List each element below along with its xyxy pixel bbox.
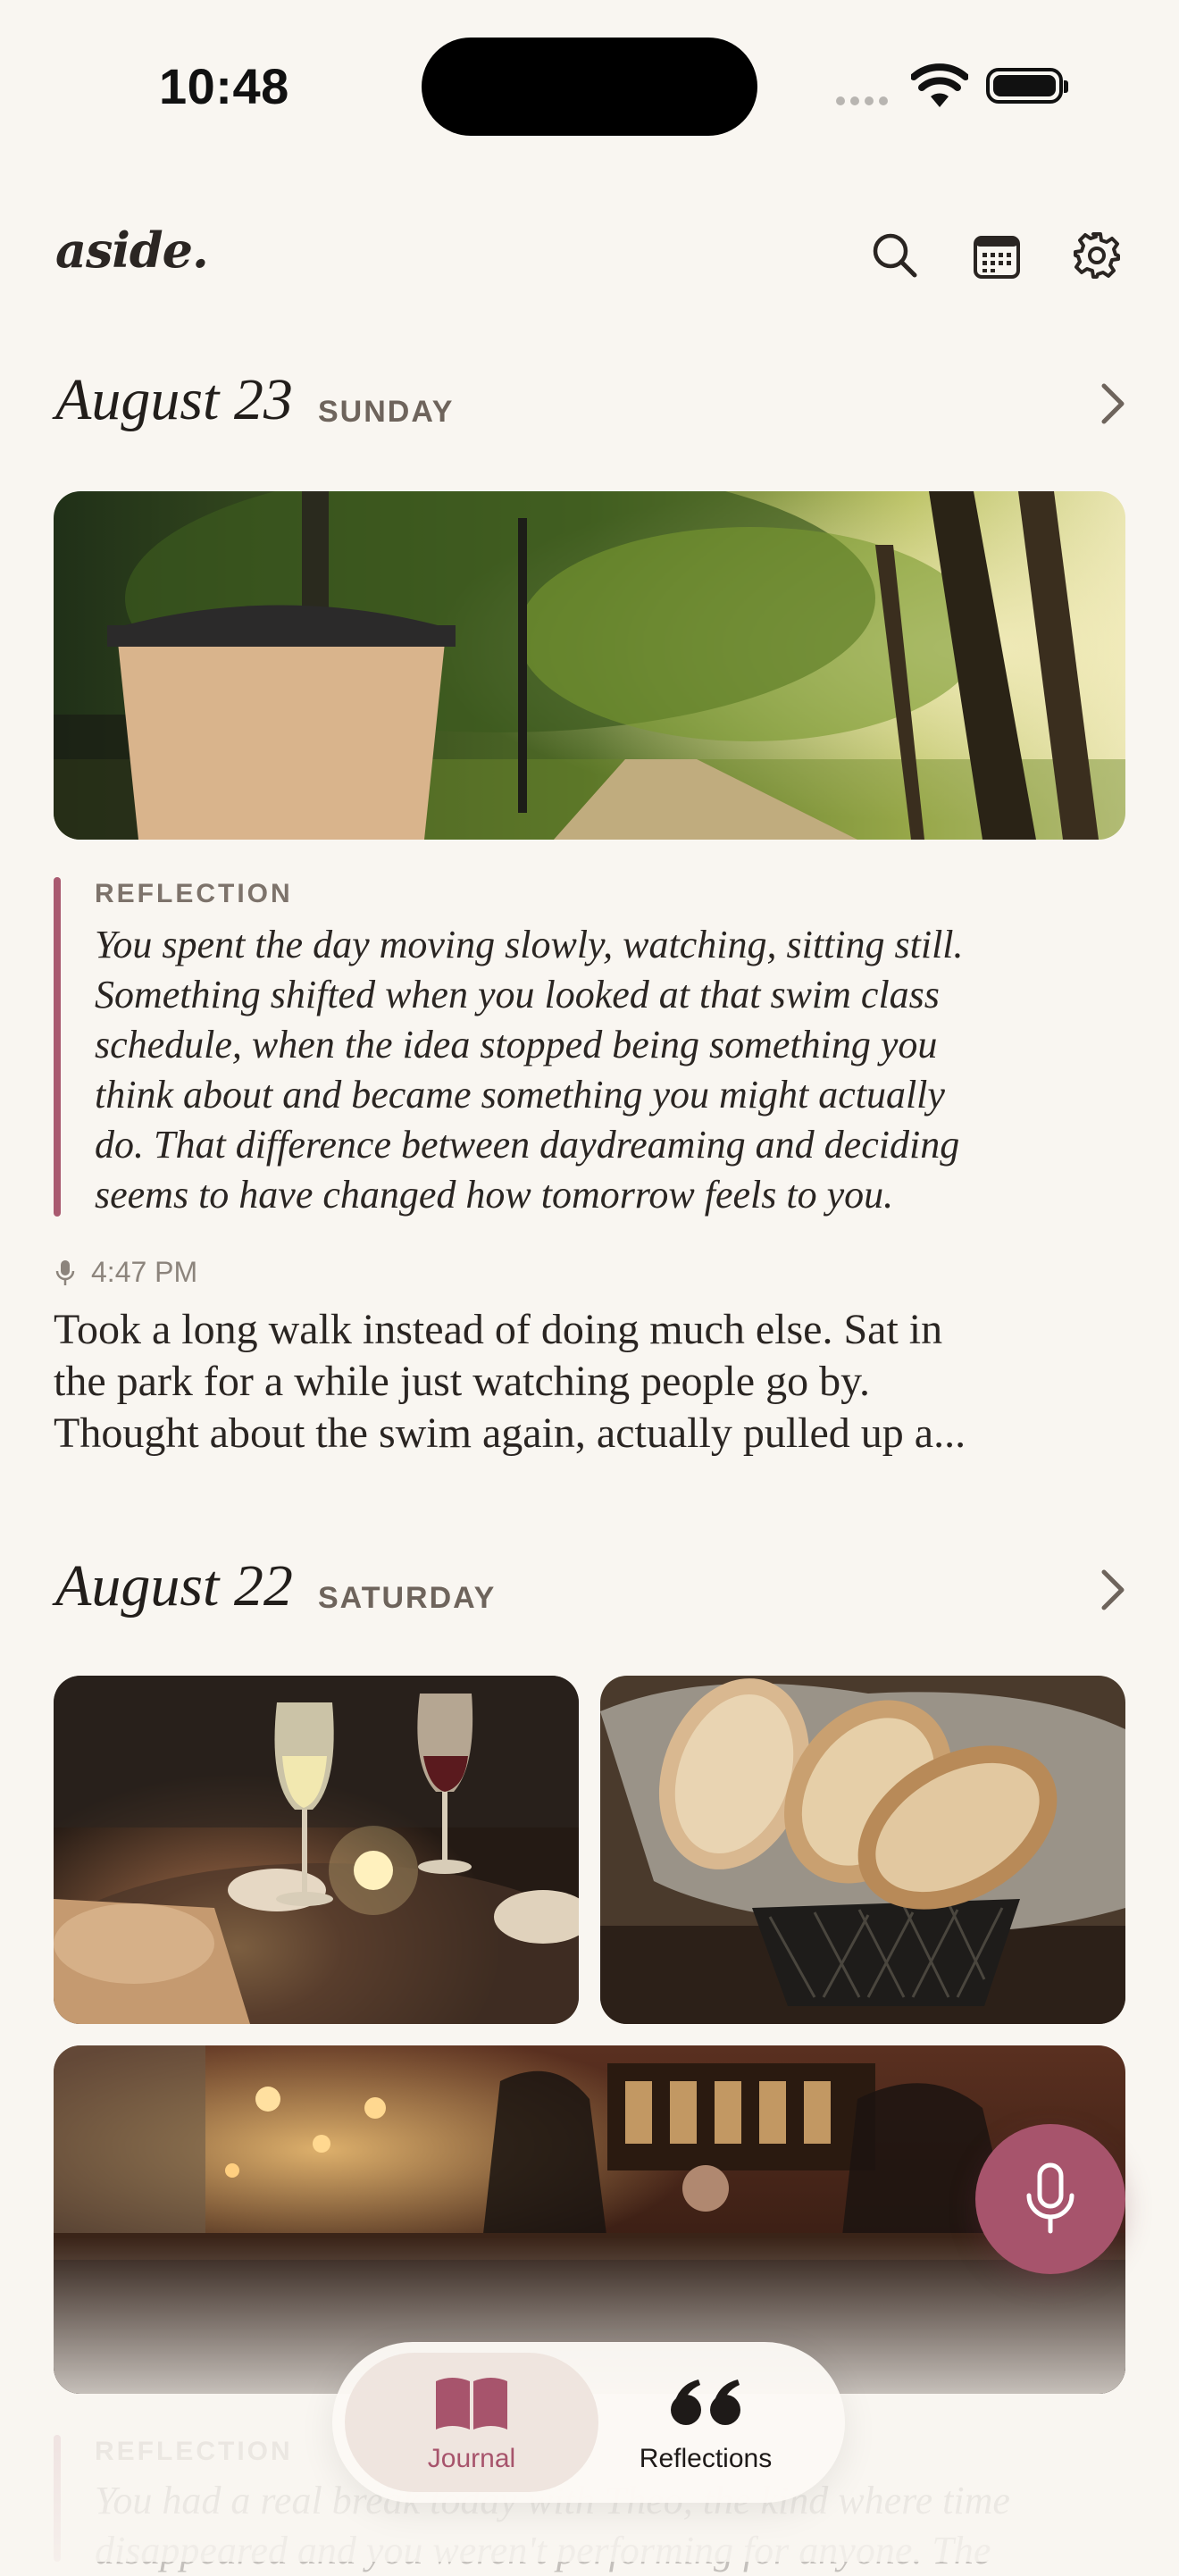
tab-journal-label: Journal	[427, 2444, 516, 2473]
entry-time: 4:47 PM	[91, 1256, 198, 1288]
reflection-bar	[54, 2435, 61, 2562]
reflection-line: You spent the day moving slowly, watchin…	[95, 923, 964, 966]
entry-text[interactable]: Took a long walk instead of doing much e…	[54, 1304, 966, 1459]
day-date: August 22	[55, 1553, 293, 1618]
wifi-icon	[911, 63, 968, 107]
quote-icon[interactable]	[668, 2378, 745, 2428]
microphone-icon	[55, 1260, 75, 1285]
book-icon	[436, 2378, 507, 2430]
gear-icon[interactable]	[1070, 229, 1124, 282]
entry-line: the park for a while just watching peopl…	[54, 1358, 870, 1405]
reflection-line: disappeared and you weren't performing f…	[95, 2529, 991, 2572]
entry-line: Thought about the swim again, actually p…	[54, 1409, 966, 1457]
chevron-right-icon[interactable]	[1097, 381, 1129, 427]
status-time: 10:48	[159, 58, 289, 114]
day-weekday: SATURDAY	[318, 1581, 497, 1615]
reflection-line: schedule, when the idea stopped being so…	[95, 1023, 938, 1066]
reflection-line: Something shifted when you looked at tha…	[95, 973, 940, 1016]
battery-icon	[986, 68, 1068, 104]
microphone-icon	[1026, 2162, 1074, 2234]
record-voice-button[interactable]	[975, 2124, 1125, 2274]
reflection-line: think about and became something you mig…	[95, 1073, 945, 1117]
bread-basket-photo[interactable]	[600, 1676, 1125, 2024]
day-date: August 23	[55, 367, 293, 432]
reflection-label: REFLECTION	[95, 2437, 293, 2466]
app-logo: aside.	[55, 222, 209, 279]
reflection-label: REFLECTION	[95, 879, 293, 908]
chevron-right-icon[interactable]	[1097, 1567, 1129, 1613]
park-photo[interactable]	[54, 491, 1125, 840]
calendar-icon[interactable]	[970, 229, 1024, 282]
dynamic-island	[422, 38, 757, 136]
reflection-line: seems to have changed how tomorrow feels…	[95, 1173, 894, 1217]
day-weekday: SUNDAY	[318, 395, 455, 429]
reflection-line: do. That difference between daydreaming …	[95, 1123, 960, 1167]
wine-dinner-photo[interactable]	[54, 1676, 579, 2024]
entry-line: Took a long walk instead of doing much e…	[54, 1306, 943, 1353]
reflection-text[interactable]: You spent the day moving slowly, watchin…	[95, 920, 964, 1220]
cellular-signal-icon	[836, 94, 893, 110]
tab-reflections-label[interactable]: Reflections	[598, 2444, 813, 2474]
reflection-bar	[54, 877, 61, 1217]
search-icon[interactable]	[868, 229, 922, 282]
